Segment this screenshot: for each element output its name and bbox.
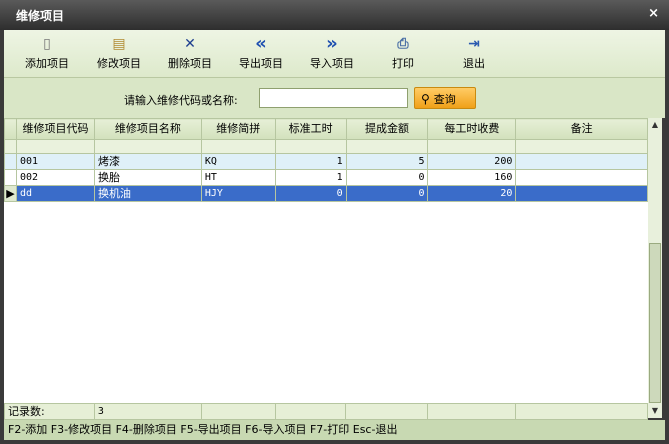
footer-cell bbox=[345, 403, 429, 420]
filter-cell[interactable] bbox=[515, 139, 648, 154]
column-header-name[interactable]: 维修项目名称 bbox=[93, 118, 202, 140]
status-bar: F2-添加 F3-修改项目 F4-删除项目 F5-导出项目 F6-导入项目 F7… bbox=[4, 420, 665, 440]
delete-x-icon: ✕ bbox=[184, 36, 196, 52]
vertical-scrollbar[interactable]: ▲ ▼ bbox=[648, 118, 662, 418]
table-row[interactable]: 001 烤漆 KQ 1 5 200 bbox=[4, 153, 648, 170]
table-row-selected[interactable]: ▶ dd 换机油 HJY 0 0 20 bbox=[4, 185, 648, 202]
import-items-label: 导入项目 bbox=[310, 57, 354, 70]
edit-item-button[interactable]: ▤ 修改项目 bbox=[86, 34, 152, 74]
app-window: 维修项目 × ▯ 添加项目 ▤ 修改项目 ✕ 删除项目 « 导出项目 » 导入项… bbox=[0, 0, 669, 444]
footer-cell bbox=[274, 403, 347, 420]
table-row[interactable]: 002 换胎 HT 1 0 160 bbox=[4, 169, 648, 186]
cell-code[interactable]: 002 bbox=[15, 169, 95, 186]
filter-row[interactable] bbox=[4, 139, 648, 154]
cell-hourly-fee[interactable]: 200 bbox=[427, 153, 517, 170]
export-items-button[interactable]: « 导出项目 bbox=[228, 34, 294, 74]
column-header-pinyin[interactable]: 维修简拼 bbox=[200, 118, 276, 140]
delete-item-label: 删除项目 bbox=[168, 57, 212, 70]
scroll-up-icon[interactable]: ▲ bbox=[648, 118, 662, 132]
items-grid[interactable]: 维修项目代码 维修项目名称 维修简拼 标准工时 提成金额 每工时收费 备注 00… bbox=[4, 118, 648, 418]
current-row-indicator-icon: ▶ bbox=[4, 185, 17, 202]
cell-note[interactable] bbox=[515, 153, 648, 170]
column-header-standard-hours[interactable]: 标准工时 bbox=[274, 118, 347, 140]
close-icon[interactable]: × bbox=[648, 6, 659, 21]
exit-label: 退出 bbox=[463, 57, 485, 70]
cell-name[interactable]: 换胎 bbox=[93, 169, 202, 186]
print-button[interactable]: ⎙ 打印 bbox=[370, 34, 436, 74]
row-indicator bbox=[4, 153, 17, 170]
clipboard-icon: ▤ bbox=[112, 36, 126, 52]
cell-standard-hours[interactable]: 0 bbox=[274, 185, 347, 202]
cell-hourly-fee[interactable]: 160 bbox=[427, 169, 517, 186]
toolbar: ▯ 添加项目 ▤ 修改项目 ✕ 删除项目 « 导出项目 » 导入项目 ⎙ 打印 … bbox=[4, 30, 665, 78]
grid-footer: 记录数: 3 bbox=[4, 403, 648, 420]
window-title: 维修项目 bbox=[16, 9, 65, 23]
items-table: 维修项目代码 维修项目名称 维修简拼 标准工时 提成金额 每工时收费 备注 00… bbox=[4, 118, 648, 202]
import-items-button[interactable]: » 导入项目 bbox=[299, 34, 365, 74]
exit-button[interactable]: ⇥ 退出 bbox=[441, 34, 507, 74]
filter-cell[interactable] bbox=[427, 139, 517, 154]
scroll-thumb[interactable] bbox=[649, 243, 661, 403]
cell-commission[interactable]: 0 bbox=[345, 185, 429, 202]
column-header-note[interactable]: 备注 bbox=[515, 118, 648, 140]
cell-code[interactable]: 001 bbox=[15, 153, 95, 170]
double-right-arrow-icon: » bbox=[326, 33, 338, 54]
cell-standard-hours[interactable]: 1 bbox=[274, 153, 347, 170]
filter-cell[interactable] bbox=[93, 139, 202, 154]
title-bar[interactable]: 维修项目 × bbox=[0, 0, 669, 30]
cell-name[interactable]: 烤漆 bbox=[93, 153, 202, 170]
cell-note[interactable] bbox=[515, 169, 648, 186]
cell-code[interactable]: dd bbox=[15, 185, 95, 202]
cell-hourly-fee[interactable]: 20 bbox=[427, 185, 517, 202]
footer-cell bbox=[515, 403, 648, 420]
filter-cell[interactable] bbox=[274, 139, 347, 154]
filter-cell[interactable] bbox=[345, 139, 429, 154]
new-document-icon: ▯ bbox=[43, 36, 51, 52]
record-count-label: 记录数: bbox=[4, 403, 95, 420]
column-header-code[interactable]: 维修项目代码 bbox=[15, 118, 95, 140]
footer-cell bbox=[200, 403, 276, 420]
add-item-button[interactable]: ▯ 添加项目 bbox=[14, 34, 80, 74]
cell-note[interactable] bbox=[515, 185, 648, 202]
cell-commission[interactable]: 5 bbox=[345, 153, 429, 170]
footer-cell bbox=[427, 403, 517, 420]
printer-icon: ⎙ bbox=[397, 36, 409, 52]
add-item-label: 添加项目 bbox=[25, 57, 69, 70]
cell-pinyin[interactable]: HJY bbox=[200, 185, 276, 202]
header-row: 维修项目代码 维修项目名称 维修简拼 标准工时 提成金额 每工时收费 备注 bbox=[4, 118, 648, 140]
print-label: 打印 bbox=[392, 57, 414, 70]
search-button-label: 查询 bbox=[433, 93, 456, 106]
cell-pinyin[interactable]: KQ bbox=[200, 153, 276, 170]
scroll-down-icon[interactable]: ▼ bbox=[648, 404, 662, 418]
delete-item-button[interactable]: ✕ 删除项目 bbox=[157, 34, 223, 74]
filter-indicator bbox=[4, 139, 17, 154]
edit-item-label: 修改项目 bbox=[97, 57, 141, 70]
search-bar: 请输入维修代码或名称: ⚲ 查询 bbox=[4, 78, 665, 118]
column-header-hourly-fee[interactable]: 每工时收费 bbox=[427, 118, 517, 140]
cell-standard-hours[interactable]: 1 bbox=[274, 169, 347, 186]
exit-door-icon: ⇥ bbox=[468, 36, 480, 52]
magnifier-icon: ⚲ bbox=[421, 92, 430, 106]
indicator-header bbox=[4, 118, 17, 140]
column-header-commission[interactable]: 提成金额 bbox=[345, 118, 429, 140]
filter-cell[interactable] bbox=[200, 139, 276, 154]
double-left-arrow-icon: « bbox=[255, 33, 267, 54]
record-count-value: 3 bbox=[93, 403, 202, 420]
row-indicator bbox=[4, 169, 17, 186]
cell-pinyin[interactable]: HT bbox=[200, 169, 276, 186]
search-button[interactable]: ⚲ 查询 bbox=[414, 87, 476, 109]
filter-cell[interactable] bbox=[15, 139, 95, 154]
search-input[interactable] bbox=[259, 88, 408, 108]
cell-name[interactable]: 换机油 bbox=[93, 185, 202, 202]
cell-commission[interactable]: 0 bbox=[345, 169, 429, 186]
export-items-label: 导出项目 bbox=[239, 57, 283, 70]
footer-table: 记录数: 3 bbox=[4, 403, 648, 420]
search-label: 请输入维修代码或名称: bbox=[124, 94, 238, 107]
